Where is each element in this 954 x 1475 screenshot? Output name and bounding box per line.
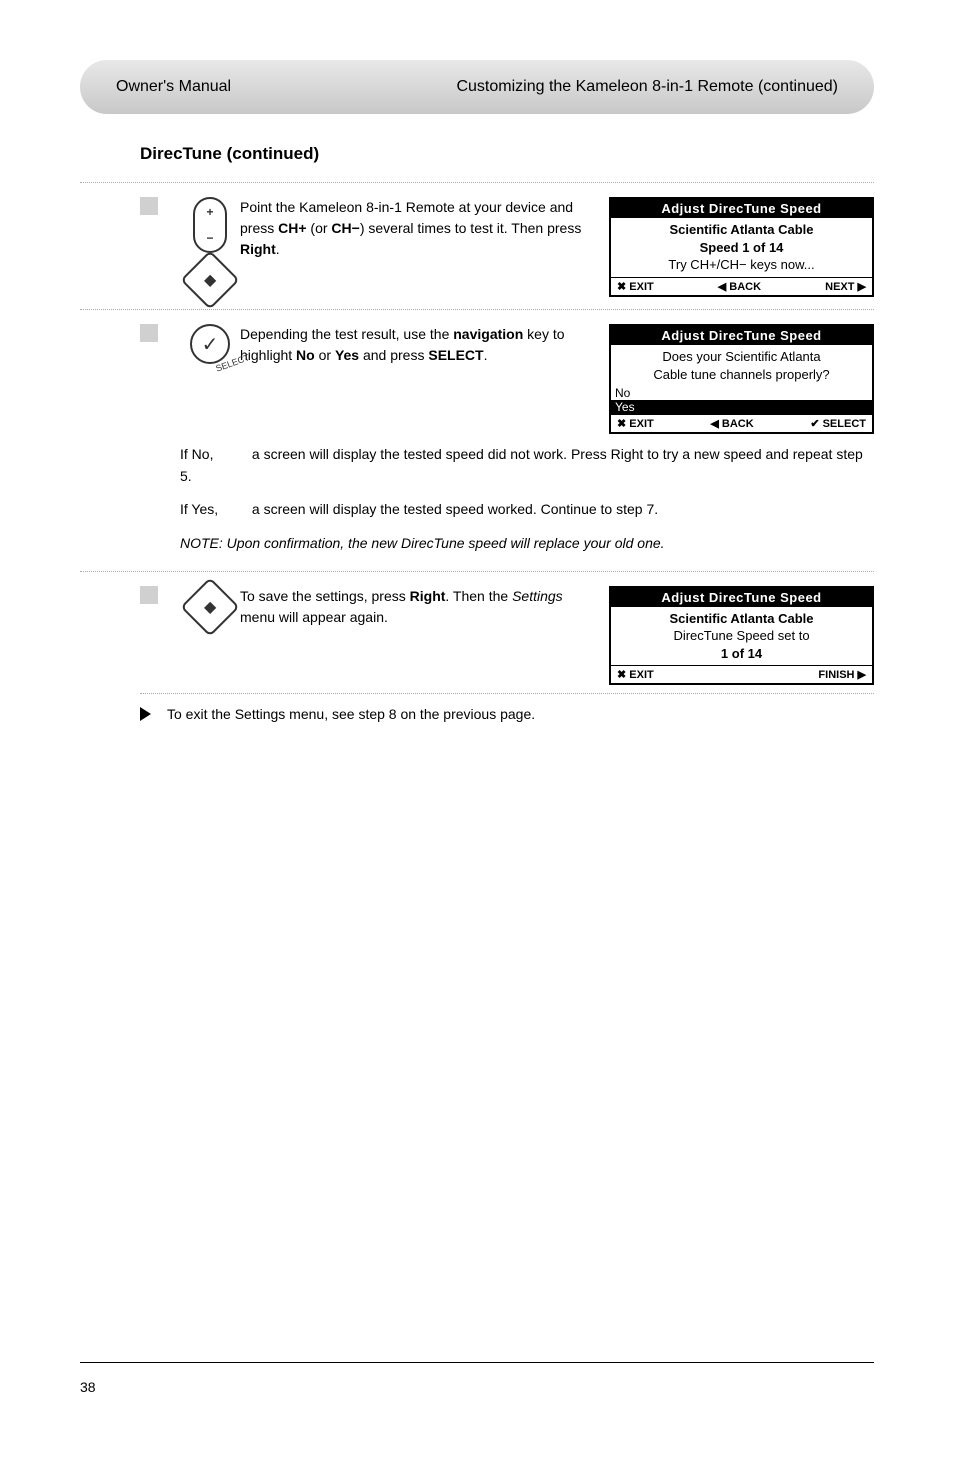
lcd-exit: ✖ EXIT <box>617 417 654 430</box>
conditional-text: If No, a screen will display the tested … <box>180 444 874 555</box>
section-title: DirecTune (continued) <box>140 144 874 164</box>
step-icon-column: ✓ <box>180 324 240 364</box>
lcd-title: Adjust DirecTune Speed <box>611 588 872 607</box>
step-7: ◆ To save the settings, press Right. The… <box>80 571 874 686</box>
lcd-back: ◀ BACK <box>718 280 761 293</box>
lcd-screenshot: Adjust DirecTune Speed Scientific Atlant… <box>609 197 874 297</box>
navigation-key-icon: ◆ <box>180 577 239 636</box>
lcd-line: Speed 1 of 14 <box>617 239 866 257</box>
if-no-label: If No, <box>180 444 248 466</box>
step-bullet <box>140 586 158 604</box>
lcd-title: Adjust DirecTune Speed <box>611 199 872 218</box>
if-no-text: a screen will display the tested speed d… <box>180 446 863 484</box>
lcd-option-yes: Yes <box>611 400 872 414</box>
channel-key-icon: +− <box>193 197 227 253</box>
navigation-key-icon: ◆ <box>180 250 239 309</box>
note-text: NOTE: Upon confirmation, the new DirecTu… <box>180 535 665 551</box>
lcd-line: 1 of 14 <box>617 645 866 663</box>
header-left: Owner's Manual <box>116 78 231 96</box>
lcd-line: Cable tune channels properly? <box>617 366 866 384</box>
closing-text: To exit the Settings menu, see step 8 on… <box>167 706 535 722</box>
page-header: Owner's Manual Customizing the Kameleon … <box>80 60 874 114</box>
lcd-option-no: No <box>611 386 872 400</box>
step-text: Depending the test result, use the navig… <box>240 324 609 366</box>
if-yes-label: If Yes, <box>180 499 248 521</box>
caret-right-icon <box>140 707 151 721</box>
divider <box>140 693 874 694</box>
lcd-next: NEXT ▶ <box>825 280 866 293</box>
step-bullet <box>140 324 158 342</box>
lcd-screenshot: Adjust DirecTune Speed Does your Scienti… <box>609 324 874 434</box>
step-5: +− ◆ Point the Kameleon 8-in-1 Remote at… <box>80 182 874 301</box>
page-rule <box>80 1362 874 1363</box>
header-right: Customizing the Kameleon 8-in-1 Remote (… <box>456 78 838 96</box>
lcd-line: Try CH+/CH− keys now... <box>617 256 866 274</box>
lcd-exit: ✖ EXIT <box>617 668 654 681</box>
step-bullet <box>140 197 158 215</box>
lcd-exit: ✖ EXIT <box>617 280 654 293</box>
lcd-line: Scientific Atlanta Cable <box>617 610 866 628</box>
lcd-line: DirecTune Speed set to <box>617 627 866 645</box>
closing-line: To exit the Settings menu, see step 8 on… <box>140 706 874 722</box>
lcd-screenshot: Adjust DirecTune Speed Scientific Atlant… <box>609 586 874 686</box>
step-6: ✓ Depending the test result, use the nav… <box>80 309 874 434</box>
lcd-select: ✔ SELECT <box>810 417 866 430</box>
step-icon-column: ◆ <box>180 586 240 628</box>
step-text: Point the Kameleon 8-in-1 Remote at your… <box>240 197 609 260</box>
lcd-line: Does your Scientific Atlanta <box>617 348 866 366</box>
select-key-icon: ✓ <box>190 324 230 364</box>
lcd-finish: FINISH ▶ <box>818 668 866 681</box>
lcd-line: Scientific Atlanta Cable <box>617 221 866 239</box>
if-yes-text: a screen will display the tested speed w… <box>252 501 658 517</box>
lcd-title: Adjust DirecTune Speed <box>611 326 872 345</box>
step-icon-column: +− ◆ <box>180 197 240 301</box>
page-number: 38 <box>80 1379 96 1395</box>
step-text: To save the settings, press Right. Then … <box>240 586 609 628</box>
lcd-back: ◀ BACK <box>710 417 753 430</box>
